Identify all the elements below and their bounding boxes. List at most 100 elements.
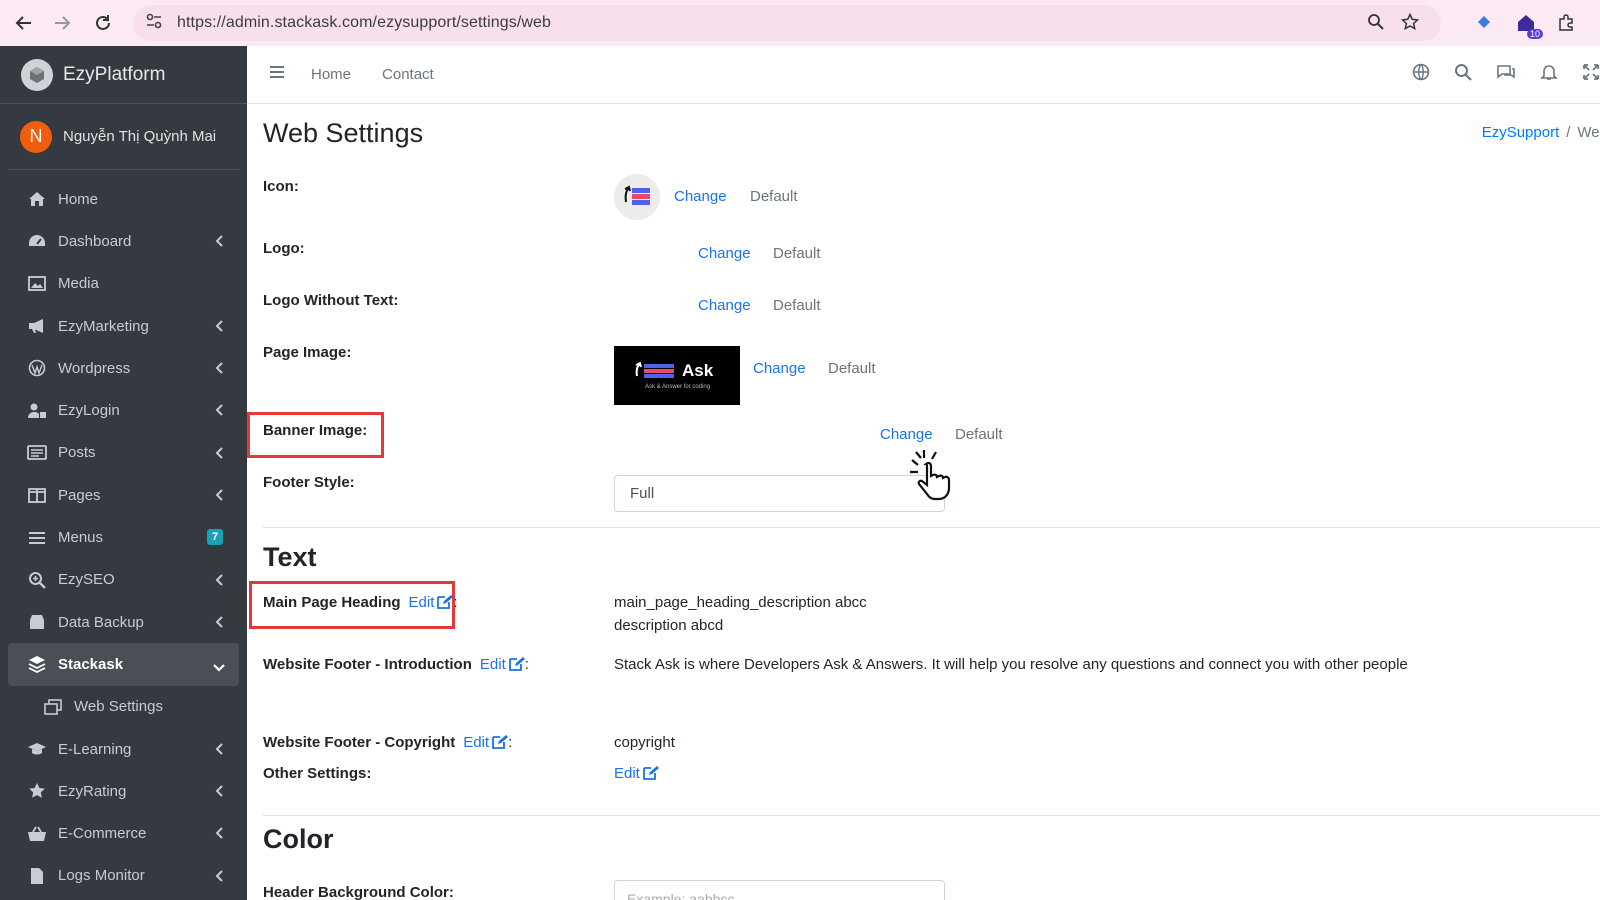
header-bg-color-input[interactable]: Example: aabbcc bbox=[614, 880, 945, 900]
site-info-icon[interactable] bbox=[145, 12, 163, 35]
page-image-default-link[interactable]: Default bbox=[828, 360, 876, 377]
icon-preview-image bbox=[614, 174, 660, 220]
brand[interactable]: EzyPlatform bbox=[0, 46, 247, 104]
sidebar-item-e-commerce[interactable]: E-Commerce bbox=[8, 812, 239, 854]
breadcrumb-ezysupport-link[interactable]: EzySupport bbox=[1482, 124, 1560, 141]
logo-change-link[interactable]: Change bbox=[698, 245, 751, 262]
edit-link-label: Edit bbox=[479, 656, 506, 673]
zoom-icon[interactable] bbox=[1367, 13, 1385, 36]
chevron-left-icon bbox=[215, 615, 223, 632]
page-image-preview-title: Ask bbox=[682, 361, 714, 380]
chevron-left-icon bbox=[215, 826, 223, 843]
section-divider bbox=[263, 815, 1600, 816]
main-page-heading-label: Main Page Heading Edit: bbox=[263, 594, 458, 611]
extension-diamond-icon[interactable] bbox=[1470, 9, 1498, 37]
header-bg-color-label: Header Background Color: bbox=[263, 884, 454, 900]
sidebar-item-home[interactable]: Home bbox=[8, 178, 239, 220]
sidebar-item-label: EzySEO bbox=[58, 571, 115, 589]
user-lock-icon bbox=[26, 401, 48, 421]
sidebar-item-label: Media bbox=[58, 275, 99, 293]
address-bar[interactable]: https://admin.stackask.com/ezysupport/se… bbox=[133, 5, 1441, 41]
chevron-down-icon bbox=[213, 659, 225, 676]
top-nav-contact-link[interactable]: Contact bbox=[382, 66, 434, 83]
sidebar-item-media[interactable]: Media bbox=[8, 263, 239, 305]
layer-group-icon bbox=[26, 654, 48, 674]
sidebar-menu: Home Dashboard Media EzyMarketing Wordpr… bbox=[0, 170, 247, 897]
icon-change-link[interactable]: Change bbox=[674, 188, 727, 205]
edit-link-label: Edit bbox=[614, 765, 640, 782]
page-image-label: Page Image: bbox=[263, 344, 352, 361]
bell-icon[interactable] bbox=[1540, 63, 1558, 86]
sidebar-item-label: Pages bbox=[58, 486, 101, 504]
icon-default-link[interactable]: Default bbox=[750, 188, 798, 205]
main-page-heading-edit-link[interactable]: Edit bbox=[409, 594, 454, 611]
back-icon[interactable] bbox=[5, 4, 43, 42]
sidebar-item-dashboard[interactable]: Dashboard bbox=[8, 220, 239, 262]
sidebar-item-menus[interactable]: Menus 7 bbox=[8, 516, 239, 558]
footer-style-select[interactable]: Full bbox=[614, 475, 945, 512]
wordpress-icon bbox=[26, 358, 48, 378]
banner-image-change-link[interactable]: Change bbox=[880, 426, 933, 443]
bookmark-star-icon[interactable] bbox=[1400, 12, 1420, 36]
footer-intro-edit-link[interactable]: Edit bbox=[480, 656, 525, 673]
home-icon bbox=[26, 189, 48, 209]
sidebar-item-ezylogin[interactable]: EzyLogin bbox=[8, 389, 239, 431]
banner-image-default-link[interactable]: Default bbox=[955, 426, 1003, 443]
footer-intro-value: Stack Ask is where Developers Ask & Answ… bbox=[614, 656, 1408, 673]
chevron-left-icon bbox=[215, 488, 223, 505]
page-image-change-link[interactable]: Change bbox=[753, 360, 806, 377]
reload-icon[interactable] bbox=[84, 4, 122, 42]
main-content: Web Settings EzySupport / Web Icon: Change… bbox=[247, 104, 1600, 900]
user-panel[interactable]: N Nguyễn Thị Quỳnh Mai bbox=[8, 104, 239, 170]
sidebar-item-wordpress[interactable]: Wordpress bbox=[8, 347, 239, 389]
forward-icon[interactable] bbox=[43, 4, 81, 42]
sidebar-item-label: EzyRating bbox=[58, 782, 127, 800]
logo-default-link[interactable]: Default bbox=[773, 245, 821, 262]
sidebar-item-label: Web Settings bbox=[74, 698, 163, 716]
globe-icon[interactable] bbox=[1412, 63, 1430, 86]
bars-icon bbox=[26, 528, 48, 548]
click-pointer-icon bbox=[906, 446, 962, 507]
sidebar-item-ezyrating[interactable]: EzyRating bbox=[8, 770, 239, 812]
logo-without-text-change-link[interactable]: Change bbox=[698, 297, 751, 314]
sidebar-item-label: Logs Monitor bbox=[58, 867, 145, 885]
sidebar-item-ezymarketing[interactable]: EzyMarketing bbox=[8, 305, 239, 347]
search-plus-icon bbox=[26, 570, 48, 590]
extension-badge-icon[interactable]: 10 bbox=[1512, 9, 1543, 39]
sidebar-item-label: Menus bbox=[58, 529, 104, 547]
image-icon bbox=[26, 274, 48, 294]
chevron-left-icon bbox=[215, 573, 223, 590]
sidebar-item-label: Data Backup bbox=[58, 613, 144, 631]
top-navbar: Home Contact bbox=[247, 46, 1600, 104]
sidebar-item-data-backup[interactable]: Data Backup bbox=[8, 601, 239, 643]
shopping-basket-icon bbox=[26, 824, 48, 844]
sidebar-item-pages[interactable]: Pages bbox=[8, 474, 239, 516]
color-section-title: Color bbox=[263, 824, 334, 854]
comments-icon[interactable] bbox=[1496, 63, 1516, 86]
footer-intro-text: Website Footer - Introduction bbox=[263, 656, 472, 673]
section-divider bbox=[263, 527, 1600, 528]
sidebar-item-stackask[interactable]: Stackask bbox=[8, 643, 239, 686]
top-nav-home-link[interactable]: Home bbox=[311, 66, 351, 83]
search-icon[interactable] bbox=[1454, 63, 1472, 86]
fullscreen-icon[interactable] bbox=[1582, 63, 1600, 86]
footer-copyright-edit-link[interactable]: Edit bbox=[463, 734, 509, 751]
star-icon bbox=[26, 781, 48, 801]
sidebar-item-label: Dashboard bbox=[58, 232, 132, 250]
extensions-puzzle-icon[interactable] bbox=[1552, 9, 1580, 37]
logo-without-text-default-link[interactable]: Default bbox=[773, 297, 821, 314]
hamburger-menu-icon[interactable] bbox=[269, 65, 285, 84]
sidebar-item-posts[interactable]: Posts bbox=[8, 432, 239, 474]
sidebar-item-label: Wordpress bbox=[58, 359, 131, 377]
sidebar-item-logs-monitor[interactable]: Logs Monitor bbox=[8, 855, 239, 897]
sidebar-item-e-learning[interactable]: E-Learning bbox=[8, 728, 239, 770]
breadcrumb-separator: / bbox=[1566, 124, 1571, 141]
sidebar-item-label: Home bbox=[58, 190, 99, 208]
sidebar-item-web-settings[interactable]: Web Settings bbox=[8, 686, 239, 728]
edit-link-label: Edit bbox=[463, 734, 490, 751]
sidebar-item-label: E-Commerce bbox=[58, 825, 147, 843]
footer-style-label: Footer Style: bbox=[263, 474, 355, 491]
bullhorn-icon bbox=[26, 316, 48, 336]
sidebar-item-ezyseo[interactable]: EzySEO bbox=[8, 559, 239, 601]
other-settings-edit-link[interactable]: Edit bbox=[614, 765, 659, 782]
